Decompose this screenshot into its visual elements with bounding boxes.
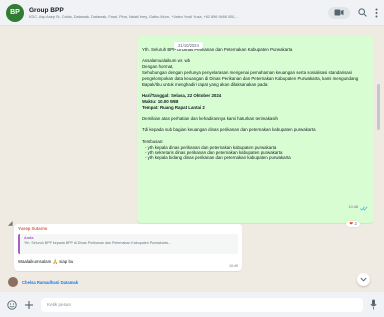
chat-area[interactable]: Yth. Seluruh BPP di Dinas Perikanan dan … (0, 26, 384, 292)
menu-button[interactable] (375, 8, 378, 18)
incoming-message[interactable]: Yusep Sutarno Anda Yth. Seluruh BPP kepa… (14, 224, 242, 271)
message-tembusan: Tembusan: - yth kepala dinas perikanan d… (142, 139, 368, 160)
avatar[interactable] (8, 277, 18, 287)
schedule-place: Tempat: Ruang Rapat Lantai 2 (142, 104, 205, 110)
more-vertical-icon (375, 8, 378, 17)
message-reaction[interactable]: ❤ 2 (346, 221, 360, 227)
message-closing: Demikian atas perhatian dan kehadirannya… (142, 115, 278, 121)
video-call-button[interactable] (328, 6, 350, 19)
schedule-date: Hari/Tanggal: Selasa, 22 Oktober 2024 (142, 92, 222, 98)
sender-name[interactable]: Chelsa Ramadhani Datamak (22, 280, 78, 285)
message-meta: 10:48 (348, 205, 368, 211)
quote-author: Anda (24, 236, 34, 240)
message-schedule: Hari/Tanggal: Selasa, 22 Oktober 2024 Wa… (142, 93, 368, 110)
tembusan-item: - yth kepala bidang dinas perikanan dan … (145, 154, 291, 160)
chat-members: KDC, Asp Asep Sr, Cahia, Datamak, Datama… (29, 14, 239, 19)
message-time: 10:49 (229, 264, 238, 268)
emoji-button[interactable] (7, 299, 17, 310)
message-composer (0, 292, 384, 317)
search-icon (358, 8, 367, 17)
scroll-down-button[interactable] (357, 273, 370, 286)
attach-button[interactable] (24, 300, 34, 310)
group-avatar[interactable]: BP (6, 3, 24, 22)
heart-icon: ❤ (349, 221, 354, 227)
quote-text: Yth. Seluruh BPP kepada BPP di Dinas Per… (24, 241, 171, 245)
message-body: Assalamualaikum wr. wb Dengan hormat, Se… (142, 58, 359, 87)
emoji-icon (7, 299, 17, 310)
message-text: Waalaikumsalam 🙏 siap bu (18, 259, 74, 264)
plus-icon (25, 300, 33, 309)
chat-scrollbar[interactable] (377, 84, 380, 130)
schedule-time: Waktu: 10.00 WIB (142, 98, 179, 104)
chat-info[interactable]: Group BPP KDC, Asp Asep Sr, Cahia, Datam… (29, 7, 299, 19)
quoted-message[interactable]: Anda Yth. Seluruh BPP kepada BPP di Dina… (18, 234, 238, 254)
message-signature: Tdi kepada sub bagian keuangan dinas per… (142, 127, 316, 133)
next-message-header: Chelsa Ramadhani Datamak (8, 277, 78, 287)
reply-arrow-icon: ◢ (8, 221, 13, 227)
search-button[interactable] (358, 8, 367, 17)
message-time: 10:48 (348, 205, 358, 210)
chevron-down-icon (360, 277, 367, 282)
video-icon (334, 9, 344, 16)
microphone-icon (370, 299, 377, 310)
date-pill: 31/10/2024 (174, 42, 203, 49)
message-input[interactable] (41, 297, 363, 312)
sender-name[interactable]: Yusep Sutarno (18, 226, 238, 231)
reaction-count: 2 (354, 221, 357, 227)
double-check-icon (360, 205, 368, 211)
chat-header[interactable]: BP Group BPP KDC, Asp Asep Sr, Cahia, Da… (0, 0, 384, 26)
voice-message-button[interactable] (370, 299, 377, 310)
outgoing-message[interactable]: Yth. Seluruh BPP di Dinas Perikanan dan … (137, 36, 374, 227)
chat-title: Group BPP (29, 6, 64, 14)
